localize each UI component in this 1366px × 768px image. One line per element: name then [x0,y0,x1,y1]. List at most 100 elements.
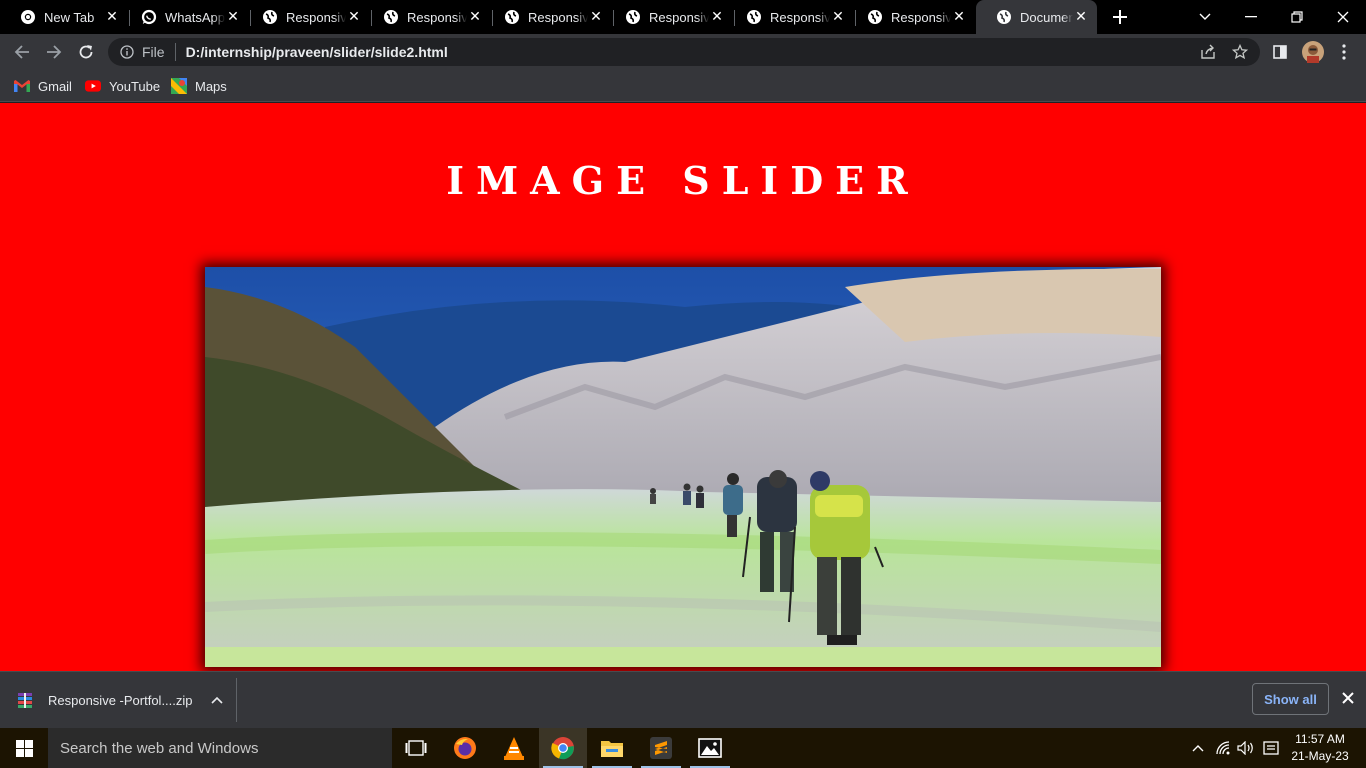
bookmark-youtube[interactable]: YouTube [85,76,160,96]
download-item[interactable]: Responsive -Portfol....zip [16,684,223,716]
close-window-button[interactable] [1320,0,1366,34]
firefox-icon [454,737,476,759]
profile-avatar[interactable] [1302,41,1324,63]
minimize-button[interactable] [1228,0,1274,34]
forward-button[interactable] [40,38,68,66]
close-icon[interactable]: ✕ [830,9,846,25]
tab-responsive-5[interactable]: Responsive ✕ [726,0,854,34]
close-download-bar-button[interactable] [1338,688,1358,708]
chevron-up-icon[interactable] [210,693,223,707]
taskbar-firefox[interactable] [441,728,489,768]
download-file-name: Responsive -Portfol....zip [48,692,193,708]
tab-whatsapp[interactable]: WhatsApp ✕ [121,0,249,34]
zip-archive-icon [18,693,32,708]
share-button[interactable] [1198,42,1218,62]
chevron-up-icon [1192,745,1204,752]
restore-button[interactable] [1274,0,1320,34]
close-icon[interactable]: ✕ [467,9,483,25]
tab-title: Responsive [770,9,830,25]
photos-icon [698,738,722,758]
tab-document[interactable]: Document ✕ [976,0,1097,34]
browser-toolbar: File D:/internship/praveen/slider/slide2… [0,34,1366,70]
network-button[interactable] [1214,728,1234,768]
side-panel-button[interactable] [1270,42,1290,62]
menu-button[interactable] [1334,42,1354,62]
system-clock[interactable]: 11:57 AM 21-May-23 [1288,731,1352,765]
tab-title: Responsive [286,9,346,25]
tab-title: Responsive [407,9,467,25]
bookmark-maps[interactable]: Maps [171,76,227,96]
globe-icon [867,9,883,25]
more-vertical-icon [1342,44,1346,60]
close-icon[interactable]: ✕ [346,9,362,25]
globe-icon [625,9,641,25]
folder-icon [601,741,623,757]
bookmark-label: Maps [195,78,227,94]
speaker-icon [1237,741,1253,755]
globe-icon [383,9,399,25]
task-view-icon [405,740,427,756]
bookmark-gmail[interactable]: Gmail [14,76,72,96]
tab-title: New Tab [44,9,95,25]
tab-responsive-6[interactable]: Responsive ✕ [847,0,975,34]
action-center-button[interactable] [1260,728,1282,768]
tab-title: WhatsApp [165,9,225,25]
close-icon[interactable]: ✕ [709,9,725,25]
task-view-button[interactable] [392,728,440,768]
tab-responsive-3[interactable]: Responsive ✕ [484,0,612,34]
notification-icon [1263,741,1279,755]
taskbar-chrome[interactable] [539,728,587,768]
back-button[interactable] [8,38,36,66]
star-icon [1232,44,1248,60]
download-divider [236,678,237,722]
reload-button[interactable] [72,38,100,66]
taskbar-vlc[interactable] [490,728,538,768]
info-icon[interactable] [120,45,134,59]
tab-search-button[interactable] [1182,0,1228,34]
taskbar-search-input[interactable]: Search the web and Windows [48,728,392,768]
youtube-icon [85,78,101,94]
tab-responsive-4[interactable]: Responsive ✕ [605,0,733,34]
taskbar-file-explorer[interactable] [588,728,636,768]
slider-image [205,267,1161,667]
mountain-trekking-photo [205,267,1161,667]
globe-icon [504,9,520,25]
show-all-button[interactable]: Show all [1252,683,1329,715]
volume-button[interactable] [1236,728,1256,768]
scheme-label: File [142,44,165,60]
bookmark-star-button[interactable] [1230,42,1250,62]
close-icon[interactable]: ✕ [951,9,967,25]
download-bar: Responsive -Portfol....zip Show all [0,671,1366,728]
tab-responsive-2[interactable]: Responsive ✕ [363,0,491,34]
vlc-icon [504,737,524,760]
wifi-icon [1216,741,1230,755]
bookmark-label: Gmail [38,78,72,94]
show-hidden-icons-button[interactable] [1188,728,1208,768]
taskbar-sublime-text[interactable] [637,728,685,768]
close-icon[interactable]: ✕ [1073,9,1089,25]
chevron-down-icon [1199,13,1211,20]
tab-title: Responsive [891,9,951,25]
tab-new-tab[interactable]: New Tab ✕ [0,0,128,34]
restore-icon [1291,11,1303,23]
share-icon [1201,44,1215,59]
close-icon [1342,692,1354,704]
close-icon[interactable]: ✕ [588,9,604,25]
globe-icon [262,9,278,25]
close-icon[interactable]: ✕ [104,9,120,25]
new-tab-button[interactable] [1108,5,1132,29]
close-icon [1337,11,1349,23]
start-button[interactable] [0,728,48,768]
address-bar[interactable]: File D:/internship/praveen/slider/slide2… [108,38,1260,66]
arrow-right-icon [47,45,62,59]
address-divider [174,43,176,61]
bookmarks-bar: Gmail YouTube Maps [0,70,1366,102]
sublime-text-icon [650,737,672,759]
arrow-left-icon [14,45,29,59]
close-icon[interactable]: ✕ [225,9,241,25]
windows-logo-icon [15,739,33,757]
tab-responsive-1[interactable]: Responsive ✕ [242,0,370,34]
url-text[interactable]: D:/internship/praveen/slider/slide2.html [186,44,448,60]
taskbar-photos[interactable] [686,728,734,768]
minimize-icon [1245,16,1257,18]
